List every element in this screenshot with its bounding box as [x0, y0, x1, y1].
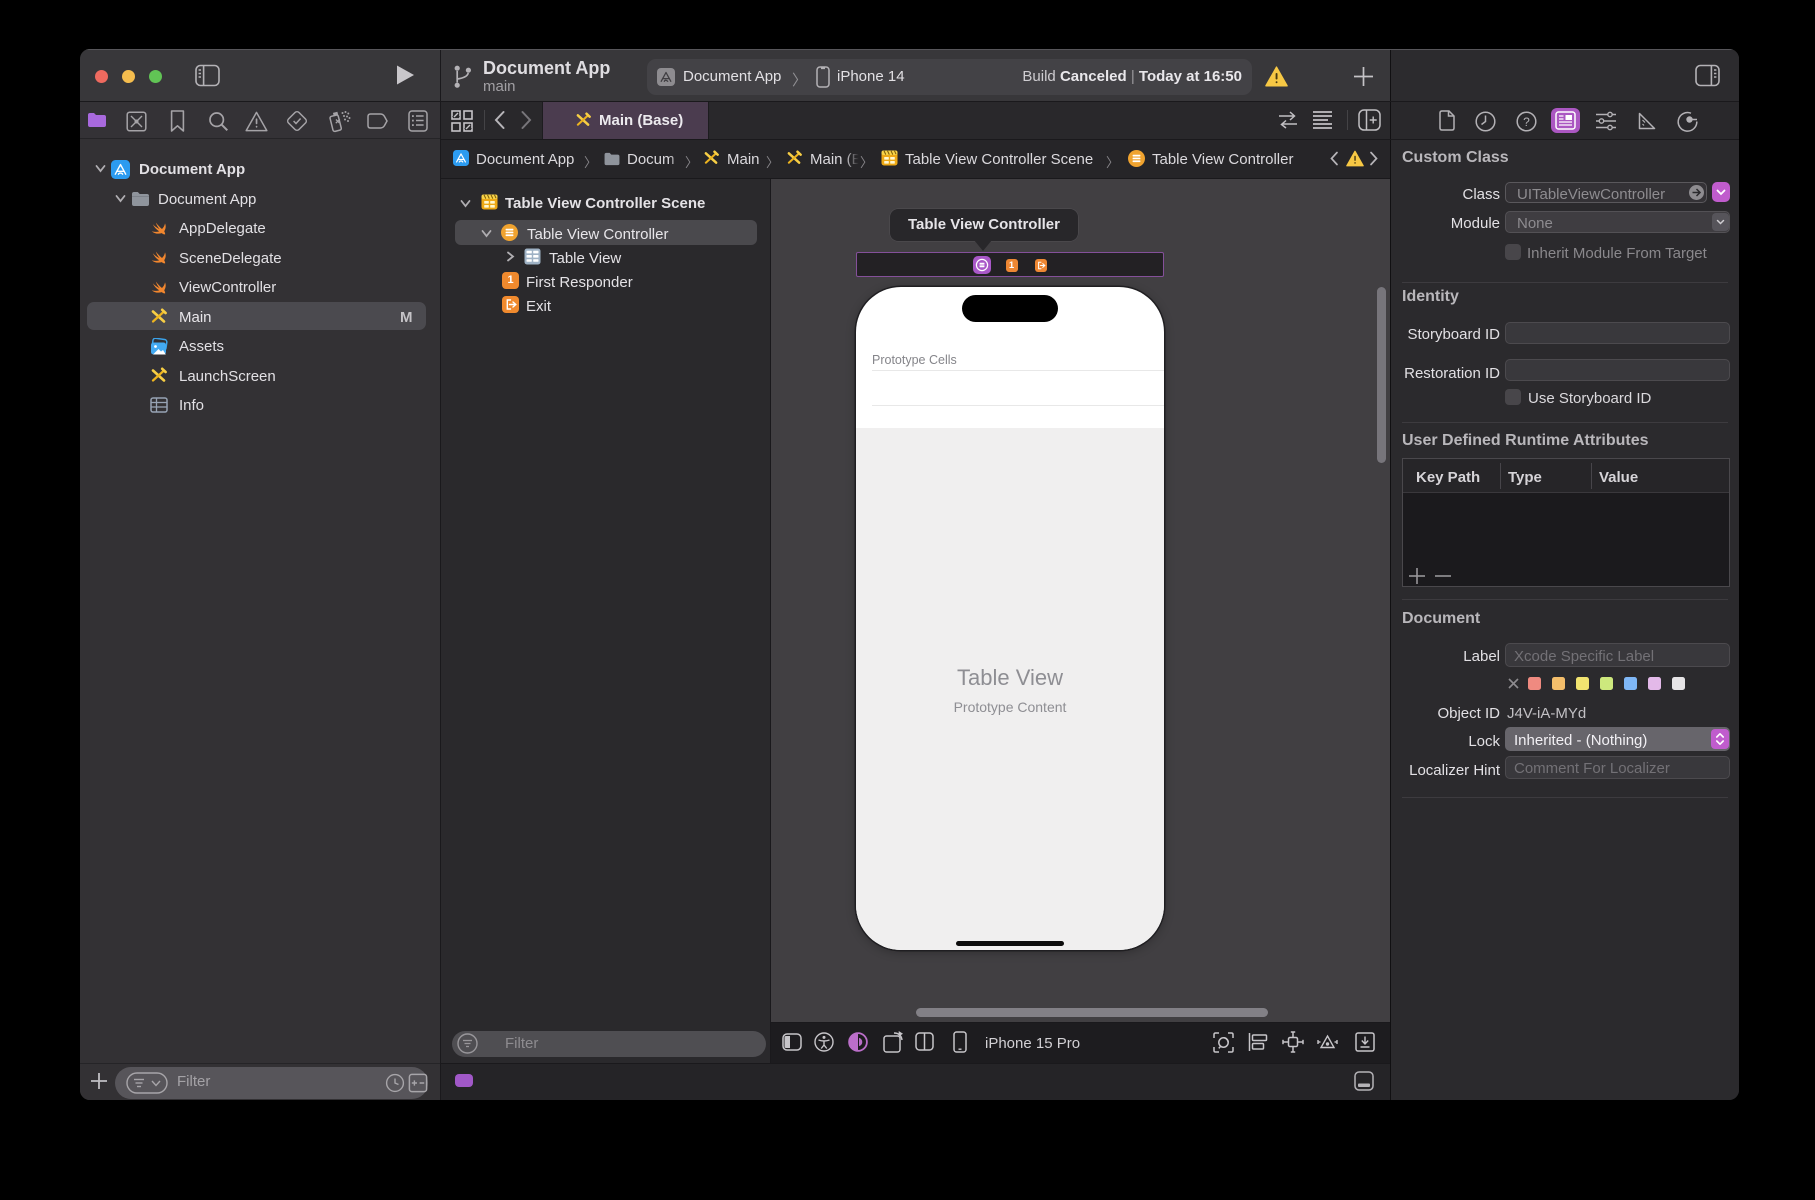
svg-text:?: ? [1523, 115, 1530, 129]
